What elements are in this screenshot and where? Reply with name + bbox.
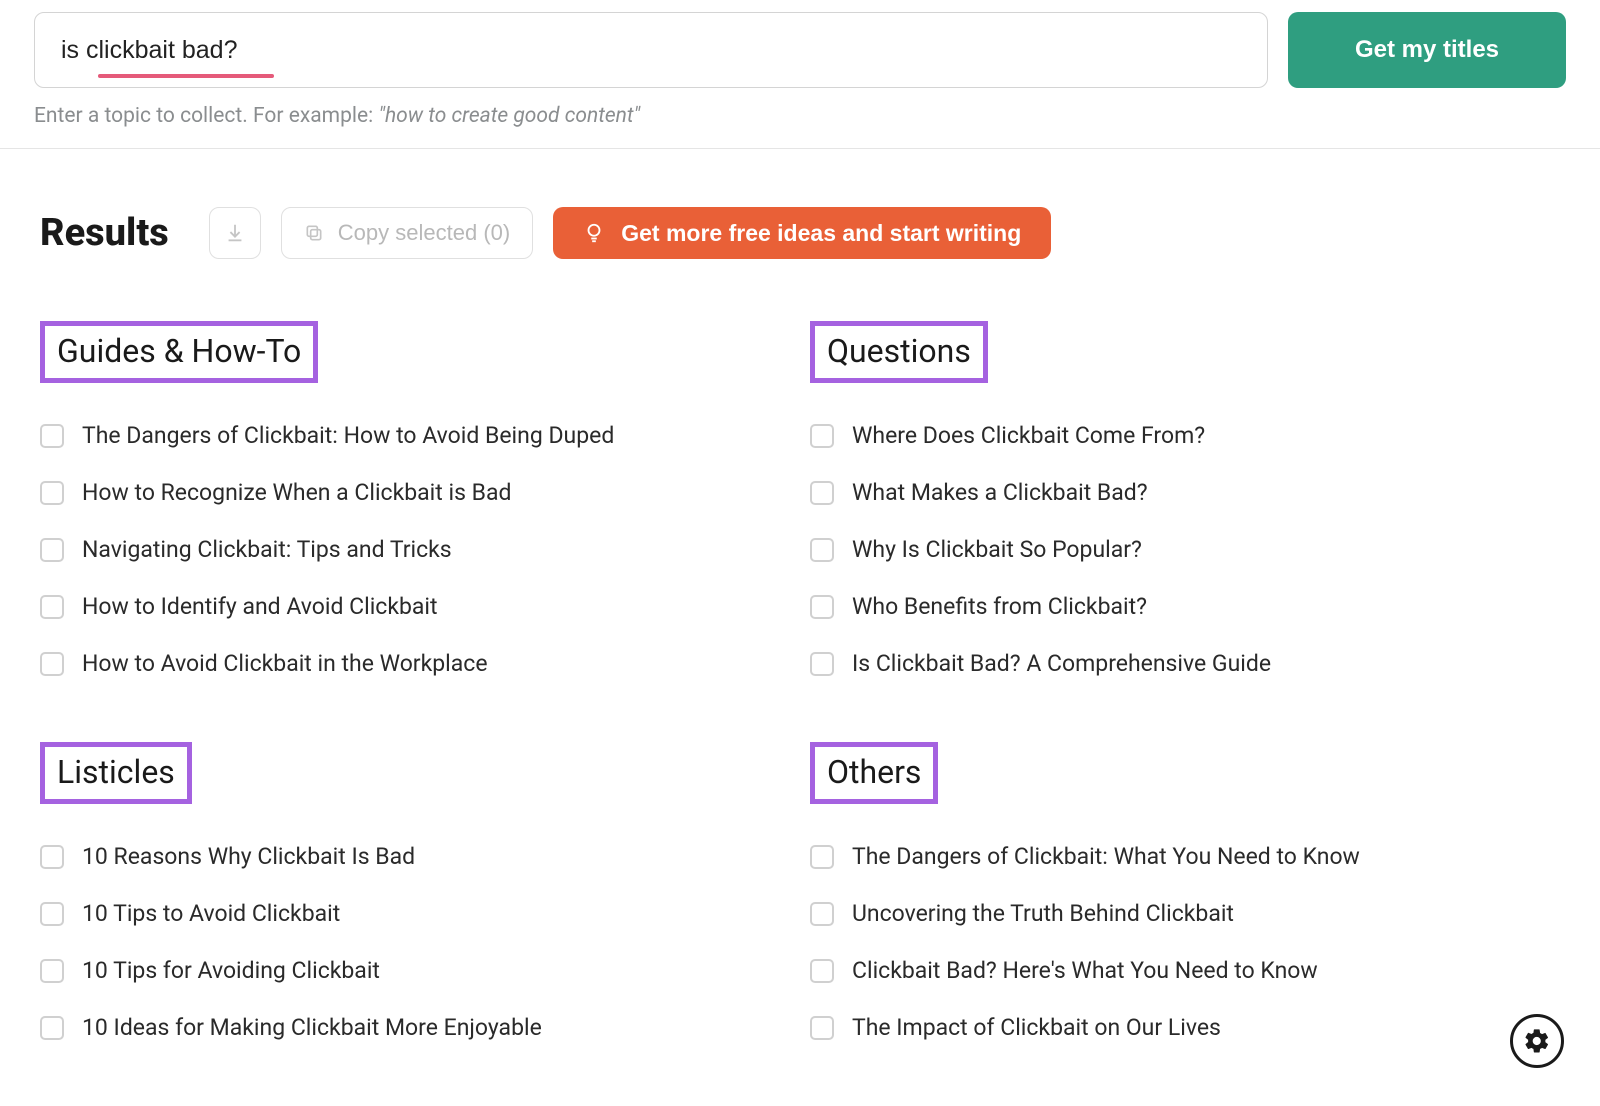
idea-text: What Makes a Clickbait Bad? xyxy=(852,479,1148,506)
idea-text: 10 Reasons Why Clickbait Is Bad xyxy=(82,843,415,870)
download-icon xyxy=(224,222,246,244)
search-input-wrap xyxy=(34,12,1268,88)
copy-selected-label: Copy selected (0) xyxy=(338,220,510,246)
category-guides: Guides & How-To The Dangers of Clickbait… xyxy=(40,321,790,692)
right-column: Questions Where Does Clickbait Come From… xyxy=(810,321,1560,1106)
category-heading-others: Others xyxy=(810,742,938,804)
checkbox[interactable] xyxy=(40,902,64,926)
category-listicles: Listicles 10 Reasons Why Clickbait Is Ba… xyxy=(40,742,790,1056)
search-underline xyxy=(98,74,274,78)
results-columns: Guides & How-To The Dangers of Clickbait… xyxy=(40,321,1560,1106)
checkbox[interactable] xyxy=(810,845,834,869)
idea-row[interactable]: How to Recognize When a Clickbait is Bad xyxy=(40,464,790,521)
idea-row[interactable]: Navigating Clickbait: Tips and Tricks xyxy=(40,521,790,578)
gear-icon xyxy=(1523,1027,1551,1055)
idea-text: Clickbait Bad? Here's What You Need to K… xyxy=(852,957,1318,984)
idea-row[interactable]: 10 Tips to Avoid Clickbait xyxy=(40,885,790,942)
category-questions: Questions Where Does Clickbait Come From… xyxy=(810,321,1560,692)
idea-row[interactable]: Clickbait Bad? Here's What You Need to K… xyxy=(810,942,1560,999)
idea-row[interactable]: 10 Tips for Avoiding Clickbait xyxy=(40,942,790,999)
idea-row[interactable]: 10 Reasons Why Clickbait Is Bad xyxy=(40,828,790,885)
category-heading-guides: Guides & How-To xyxy=(40,321,318,383)
checkbox[interactable] xyxy=(40,959,64,983)
checkbox[interactable] xyxy=(40,652,64,676)
checkbox[interactable] xyxy=(810,959,834,983)
search-section: Get my titles Enter a topic to collect. … xyxy=(0,0,1600,149)
checkbox[interactable] xyxy=(40,845,64,869)
idea-row[interactable]: The Dangers of Clickbait: How to Avoid B… xyxy=(40,407,790,464)
copy-selected-button[interactable]: Copy selected (0) xyxy=(281,207,533,259)
checkbox[interactable] xyxy=(810,1016,834,1040)
download-button[interactable] xyxy=(209,207,261,259)
checkbox[interactable] xyxy=(40,481,64,505)
idea-row[interactable]: How to Identify and Avoid Clickbait xyxy=(40,578,790,635)
category-heading-questions: Questions xyxy=(810,321,988,383)
checkbox[interactable] xyxy=(40,538,64,562)
idea-text: Navigating Clickbait: Tips and Tricks xyxy=(82,536,452,563)
results-header: Results Copy selected (0) Get more free … xyxy=(40,207,1560,259)
idea-row[interactable]: What Makes a Clickbait Bad? xyxy=(810,464,1560,521)
idea-text: The Dangers of Clickbait: What You Need … xyxy=(852,843,1360,870)
idea-row[interactable]: Why Is Clickbait So Popular? xyxy=(810,521,1560,578)
checkbox[interactable] xyxy=(40,424,64,448)
idea-text: Why Is Clickbait So Popular? xyxy=(852,536,1142,563)
guides-list: The Dangers of Clickbait: How to Avoid B… xyxy=(40,407,790,692)
idea-text: 10 Tips for Avoiding Clickbait xyxy=(82,957,380,984)
checkbox[interactable] xyxy=(40,595,64,619)
idea-text: Who Benefits from Clickbait? xyxy=(852,593,1147,620)
copy-icon xyxy=(304,223,324,243)
idea-text: Where Does Clickbait Come From? xyxy=(852,422,1205,449)
results-title: Results xyxy=(40,211,169,255)
idea-text: How to Avoid Clickbait in the Workplace xyxy=(82,650,488,677)
idea-text: 10 Tips to Avoid Clickbait xyxy=(82,900,340,927)
checkbox[interactable] xyxy=(810,902,834,926)
search-helper-text: Enter a topic to collect. For example: "… xyxy=(34,104,1566,128)
get-more-ideas-button[interactable]: Get more free ideas and start writing xyxy=(553,207,1051,259)
search-row: Get my titles xyxy=(34,12,1566,88)
others-list: The Dangers of Clickbait: What You Need … xyxy=(810,828,1560,1056)
checkbox[interactable] xyxy=(40,1016,64,1040)
questions-list: Where Does Clickbait Come From? What Make… xyxy=(810,407,1560,692)
settings-button[interactable] xyxy=(1510,1014,1564,1068)
results-section: Results Copy selected (0) Get more free … xyxy=(0,149,1600,1106)
checkbox[interactable] xyxy=(810,595,834,619)
get-my-titles-button[interactable]: Get my titles xyxy=(1288,12,1566,88)
idea-row[interactable]: The Dangers of Clickbait: What You Need … xyxy=(810,828,1560,885)
left-column: Guides & How-To The Dangers of Clickbait… xyxy=(40,321,790,1106)
checkbox[interactable] xyxy=(810,424,834,448)
category-heading-listicles: Listicles xyxy=(40,742,192,804)
idea-row[interactable]: Is Clickbait Bad? A Comprehensive Guide xyxy=(810,635,1560,692)
idea-row[interactable]: 10 Ideas for Making Clickbait More Enjoy… xyxy=(40,999,790,1056)
idea-text: 10 Ideas for Making Clickbait More Enjoy… xyxy=(82,1014,542,1041)
category-others: Others The Dangers of Clickbait: What Yo… xyxy=(810,742,1560,1056)
idea-text: How to Identify and Avoid Clickbait xyxy=(82,593,438,620)
checkbox[interactable] xyxy=(810,652,834,676)
idea-text: How to Recognize When a Clickbait is Bad xyxy=(82,479,511,506)
listicles-list: 10 Reasons Why Clickbait Is Bad 10 Tips t… xyxy=(40,828,790,1056)
idea-row[interactable]: How to Avoid Clickbait in the Workplace xyxy=(40,635,790,692)
idea-row[interactable]: The Impact of Clickbait on Our Lives xyxy=(810,999,1560,1056)
helper-prefix: Enter a topic to collect. For example: xyxy=(34,104,378,128)
helper-example: "how to create good content" xyxy=(378,104,640,128)
idea-text: The Dangers of Clickbait: How to Avoid B… xyxy=(82,422,614,449)
get-more-label: Get more free ideas and start writing xyxy=(621,220,1021,247)
idea-text: The Impact of Clickbait on Our Lives xyxy=(852,1014,1221,1041)
lightbulb-icon xyxy=(583,222,605,244)
idea-text: Is Clickbait Bad? A Comprehensive Guide xyxy=(852,650,1271,677)
checkbox[interactable] xyxy=(810,481,834,505)
idea-row[interactable]: Where Does Clickbait Come From? xyxy=(810,407,1560,464)
idea-row[interactable]: Who Benefits from Clickbait? xyxy=(810,578,1560,635)
checkbox[interactable] xyxy=(810,538,834,562)
idea-row[interactable]: Uncovering the Truth Behind Clickbait xyxy=(810,885,1560,942)
idea-text: Uncovering the Truth Behind Clickbait xyxy=(852,900,1234,927)
